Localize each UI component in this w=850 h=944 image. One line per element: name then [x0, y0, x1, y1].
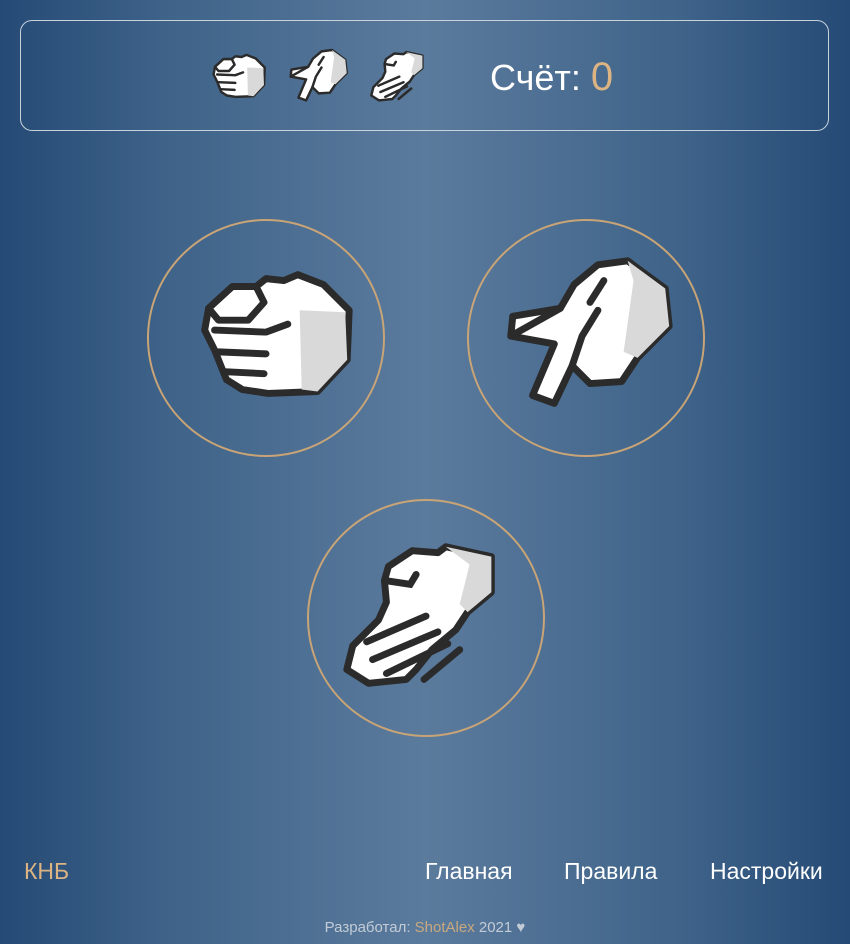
fist-icon — [169, 241, 367, 439]
scissors-hand-icon — [489, 241, 687, 439]
paper-choice-button[interactable] — [307, 499, 545, 737]
palm-hand-icon — [365, 43, 435, 113]
rock-choice-button[interactable] — [147, 219, 385, 457]
nav-logo[interactable]: КНБ — [24, 858, 69, 884]
footer-prefix: Разработал: — [324, 919, 411, 936]
nav-link-home[interactable]: Главная — [425, 858, 513, 884]
scissors-choice-button[interactable] — [467, 219, 705, 457]
footer: Разработал: ShotAlex 2021 ♥ — [0, 918, 850, 938]
score-value: 0 — [590, 55, 614, 99]
score-panel: Счёт: 0 — [20, 20, 829, 131]
nav-link-rules[interactable]: Правила — [564, 858, 657, 884]
nav-link-settings[interactable]: Настройки — [710, 858, 823, 884]
scissors-hand-icon — [283, 43, 353, 113]
score-display: Счёт: 0 — [490, 55, 613, 99]
footer-author-link[interactable]: ShotAlex — [415, 919, 475, 936]
score-label: Счёт: — [490, 57, 581, 98]
footer-suffix: 2021 ♥ — [478, 919, 526, 936]
fist-icon — [201, 43, 271, 113]
palm-hand-icon — [329, 521, 527, 719]
